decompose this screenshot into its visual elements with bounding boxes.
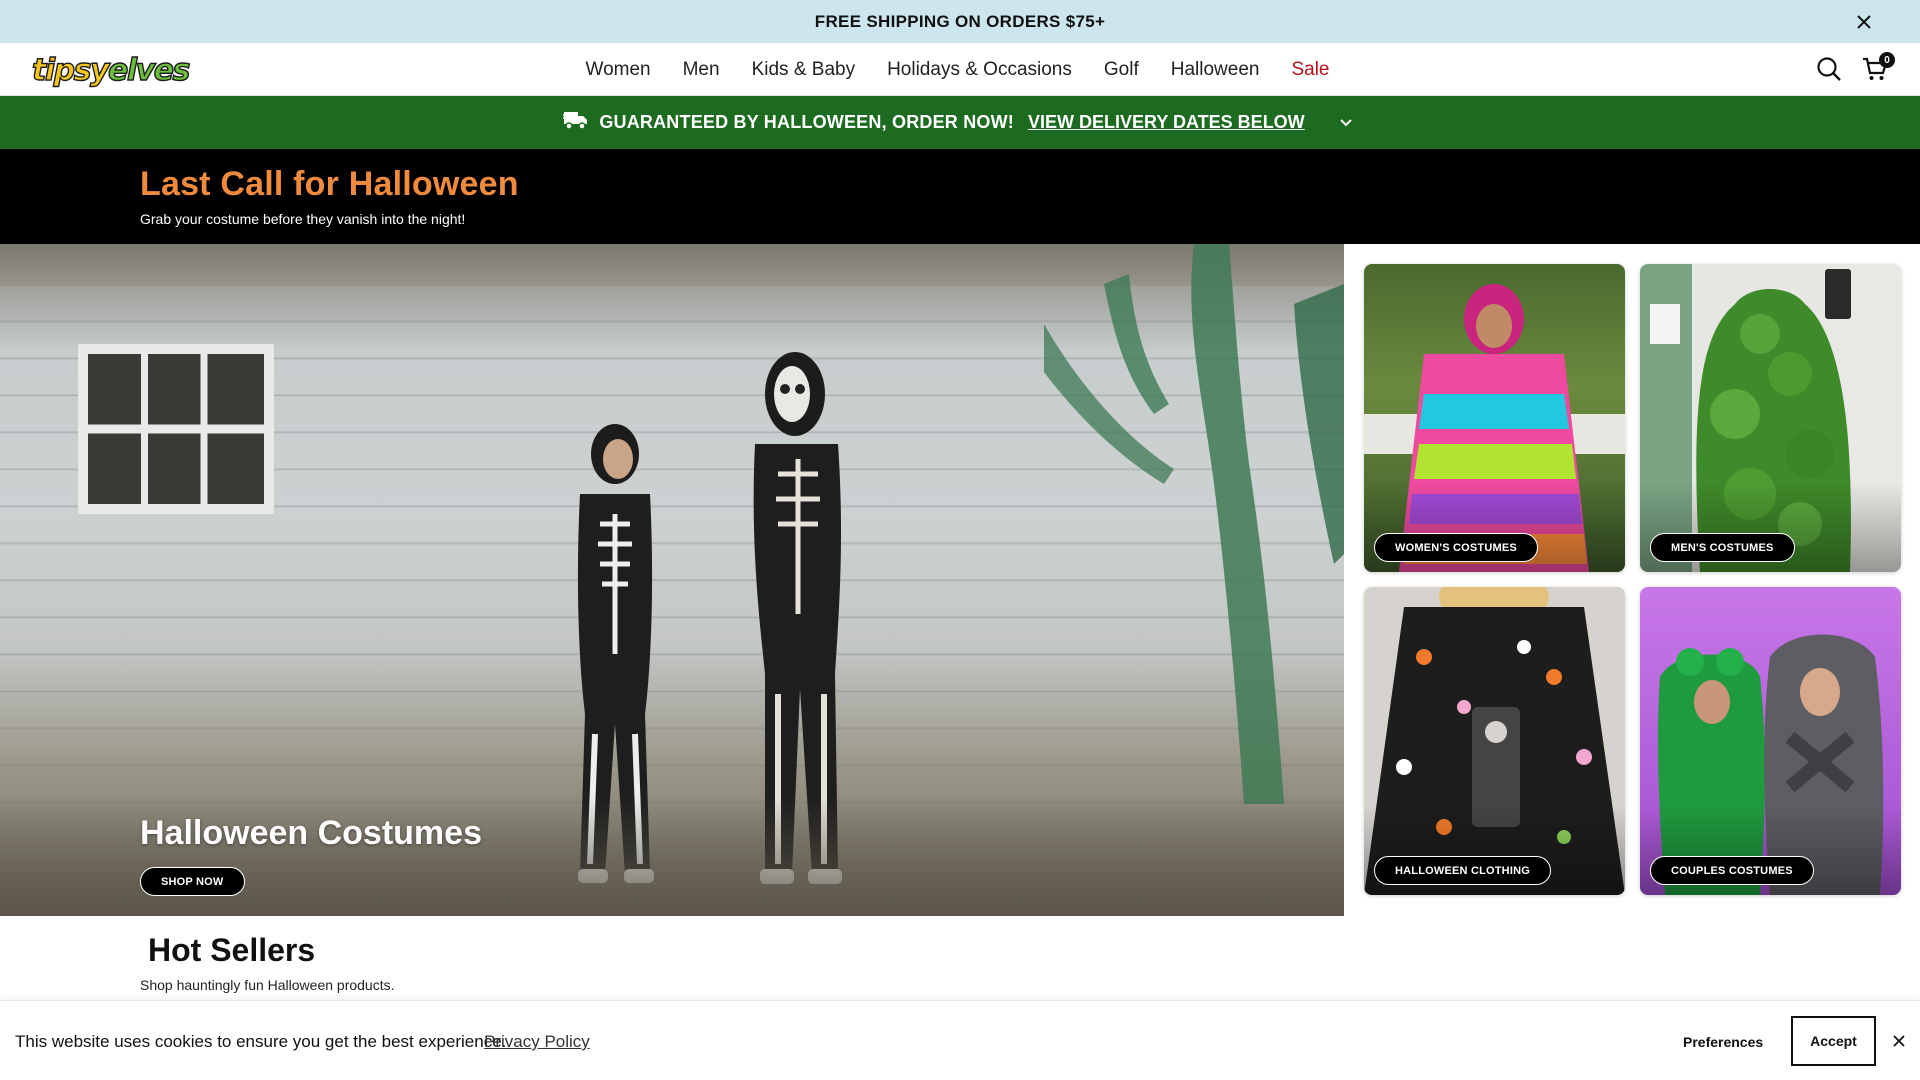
cookie-text: This website uses cookies to ensure you …: [15, 1032, 507, 1051]
couples-costumes-button[interactable]: COUPLES COSTUMES: [1650, 856, 1814, 885]
announcement-bar: FREE SHIPPING ON ORDERS $75+: [0, 0, 1920, 43]
tile-womens-costumes[interactable]: WOMEN'S COSTUMES: [1364, 264, 1625, 572]
tile-halloween-clothing[interactable]: HALLOWEEN CLOTHING: [1364, 587, 1625, 895]
nav-item-holidays-occasions[interactable]: Holidays & Occasions: [887, 59, 1072, 81]
nav-item-sale[interactable]: Sale: [1291, 59, 1329, 81]
site-header: tipsy elves Women Men Kids & Baby Holiday…: [0, 43, 1920, 96]
nav-item-golf[interactable]: Golf: [1104, 59, 1139, 81]
promo-band: Last Call for Halloween Grab your costum…: [0, 149, 1920, 244]
mens-costumes-button[interactable]: MEN'S COSTUMES: [1650, 533, 1795, 562]
close-icon[interactable]: [1852, 10, 1876, 34]
tile-mens-costumes[interactable]: MEN'S COSTUMES: [1640, 264, 1901, 572]
nav-item-kids-baby[interactable]: Kids & Baby: [752, 59, 856, 81]
preferences-button[interactable]: Preferences: [1683, 1034, 1763, 1050]
cart-icon[interactable]: 0: [1860, 52, 1895, 84]
promo-title: Last Call for Halloween: [140, 165, 519, 203]
nav-item-women[interactable]: Women: [585, 59, 650, 81]
promo-subtitle: Grab your costume before they vanish int…: [140, 211, 466, 227]
main-nav: Women Men Kids & Baby Holidays & Occasio…: [0, 43, 1920, 96]
logo[interactable]: tipsy elves: [31, 50, 191, 90]
search-icon[interactable]: [1814, 54, 1844, 84]
hero-window: [78, 344, 274, 514]
cookie-banner: This website uses cookies to ensure you …: [0, 1000, 1920, 1080]
logo-text-part1: tipsy: [31, 52, 110, 88]
close-icon[interactable]: [1889, 1031, 1909, 1051]
delivery-dates-link[interactable]: VIEW DELIVERY DATES BELOW: [1028, 112, 1305, 133]
accept-button[interactable]: Accept: [1791, 1016, 1876, 1066]
cactus-graphic: [1044, 244, 1344, 804]
nav-item-halloween[interactable]: Halloween: [1171, 59, 1260, 81]
logo-text-part2: elves: [107, 52, 191, 88]
hero-banner[interactable]: Halloween Costumes SHOP NOW: [0, 244, 1344, 916]
delivery-text: GUARANTEED BY HALLOWEEN, ORDER NOW!: [599, 112, 1014, 132]
privacy-policy-link[interactable]: Privacy Policy: [484, 1032, 590, 1052]
announcement-text: FREE SHIPPING ON ORDERS $75+: [814, 11, 1106, 31]
halloween-clothing-button[interactable]: HALLOWEEN CLOTHING: [1374, 856, 1551, 885]
womens-costumes-button[interactable]: WOMEN'S COSTUMES: [1374, 533, 1538, 562]
hero-title: Halloween Costumes: [140, 814, 482, 852]
tile-couples-costumes[interactable]: COUPLES COSTUMES: [1640, 587, 1901, 895]
shop-now-button[interactable]: SHOP NOW: [140, 867, 245, 896]
hot-sellers-title: Hot Sellers: [148, 932, 316, 968]
delivery-banner: GUARANTEED BY HALLOWEEN, ORDER NOW! VIEW…: [0, 96, 1920, 149]
hot-sellers-subtitle: Shop hauntingly fun Halloween products.: [140, 977, 395, 993]
chevron-down-icon[interactable]: [1337, 114, 1355, 132]
truck-icon: [561, 109, 589, 136]
nav-item-men[interactable]: Men: [683, 59, 720, 81]
cart-count-badge: 0: [1879, 52, 1895, 68]
